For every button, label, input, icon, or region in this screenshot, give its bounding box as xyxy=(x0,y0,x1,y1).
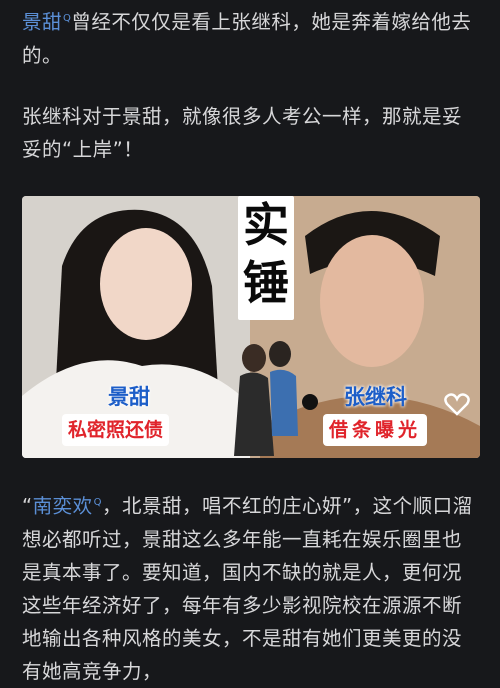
headline-line-1: 实 xyxy=(243,198,289,252)
link-jingtian[interactable]: 景甜 xyxy=(22,11,62,34)
article-image[interactable]: 实 锤 景甜 私密照还债 张继科 借条曝光 xyxy=(22,196,480,458)
paragraph-2-text: 张继科对于景甜，就像很多人考公一样，那就是妥妥的“上岸”！ xyxy=(22,105,463,161)
paragraph-2: 张继科对于景甜，就像很多人考公一样，那就是妥妥的“上岸”！ xyxy=(22,100,480,166)
label-jingtian: 景甜 xyxy=(108,385,150,409)
headline-badge: 实 锤 xyxy=(238,196,294,320)
paragraph-3: “南奕欢Q，北景甜，唱不红的庄心妍”，这个顺口溜想必都听过，景甜这么多年能一直耗… xyxy=(22,486,480,688)
caption-left: 私密照还债 xyxy=(62,414,170,446)
headline-line-2: 锤 xyxy=(243,256,289,310)
heart-outline-icon[interactable] xyxy=(444,393,470,417)
open-quote: “ xyxy=(22,494,33,518)
label-zhangjike: 张继科 xyxy=(344,385,407,409)
intro-text: 曾经不仅仅是看上张继科，她是奔着嫁给他去的。 xyxy=(22,10,472,67)
intro-paragraph: 景甜Q曾经不仅仅是看上张继科，她是奔着嫁给他去的。 xyxy=(22,2,480,72)
photo-couple xyxy=(234,341,318,456)
search-icon[interactable]: Q xyxy=(94,497,102,508)
paragraph-3-text: ，北景甜，唱不红的庄心妍”，这个顺口溜想必都听过，景甜这么多年能一直耗在娱乐圈里… xyxy=(22,494,473,683)
link-nanyihuan[interactable]: 南奕欢 xyxy=(33,495,93,518)
caption-right: 借条曝光 xyxy=(323,414,428,446)
